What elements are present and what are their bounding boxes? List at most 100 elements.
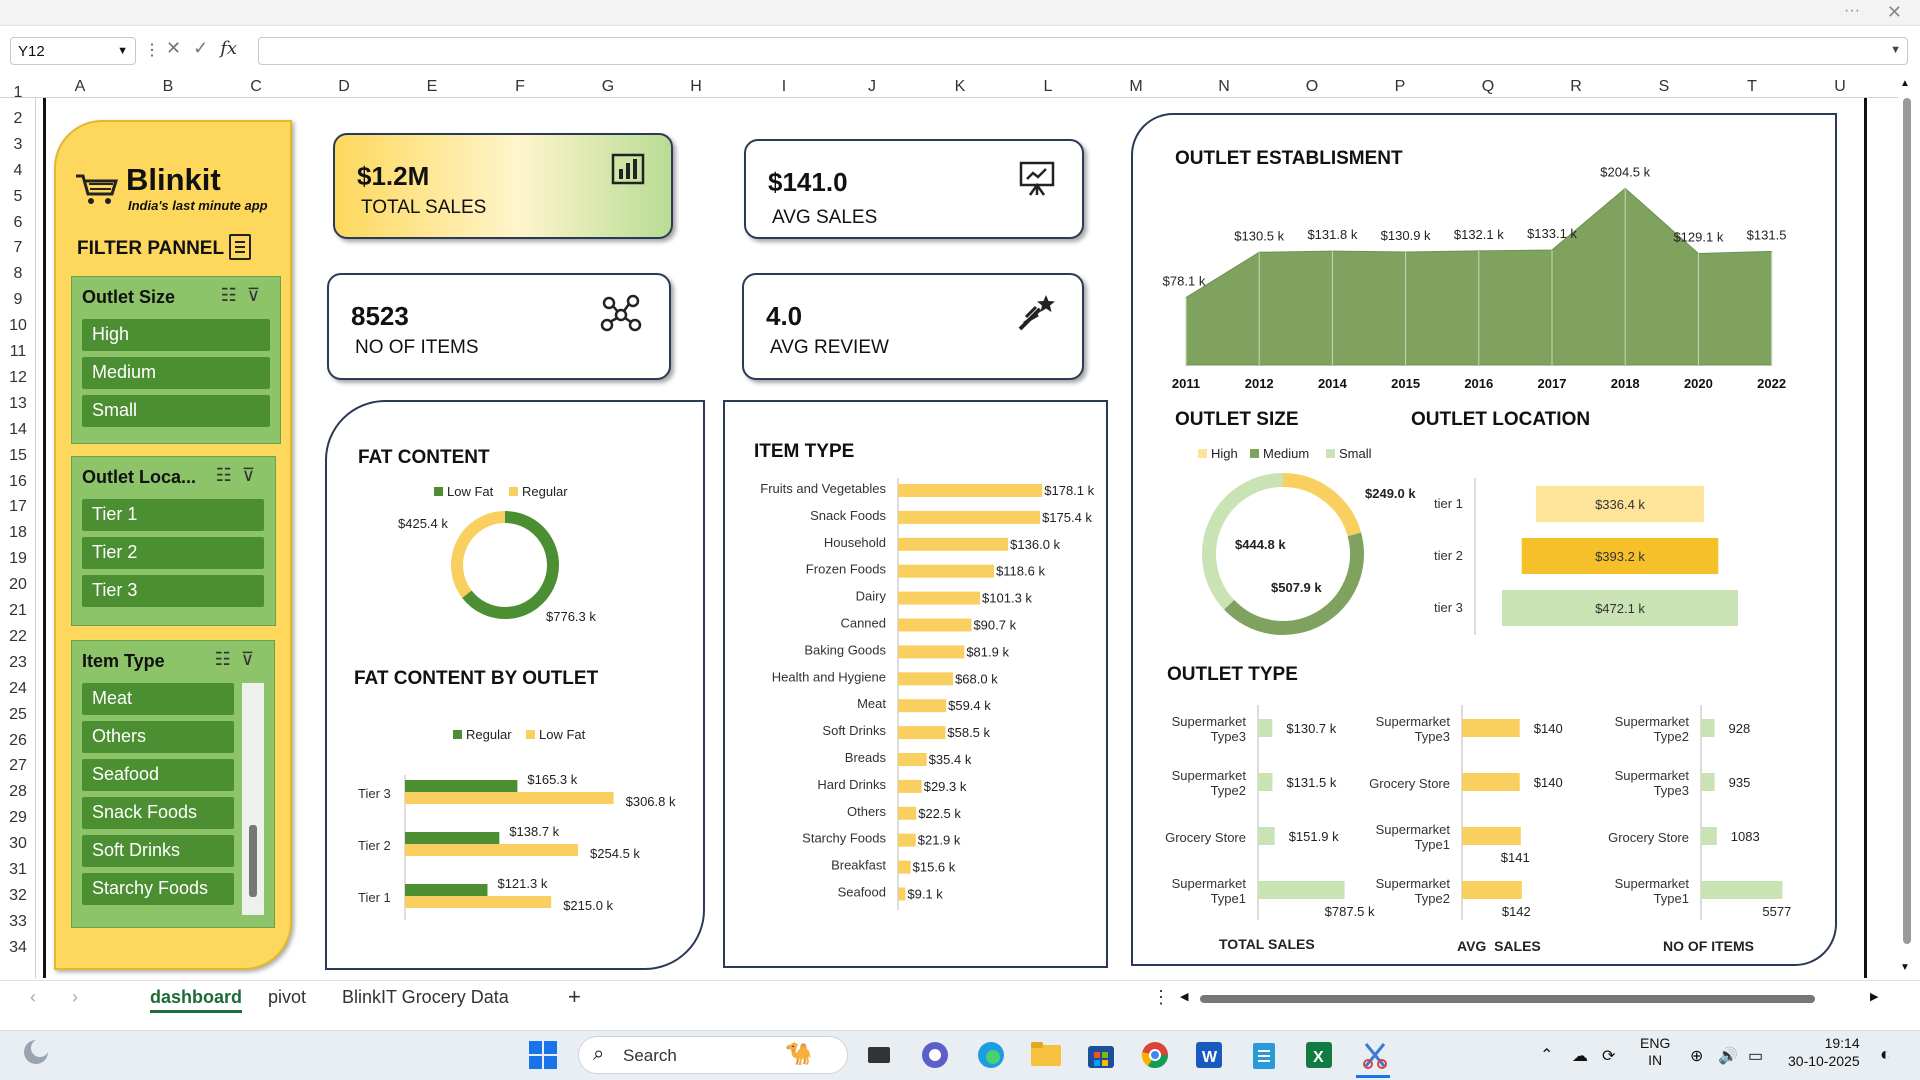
bar[interactable]: [898, 591, 981, 605]
prev-sheet-icon[interactable]: ‹: [30, 987, 36, 1008]
slicer-item[interactable]: Tier 2: [82, 537, 264, 569]
bar[interactable]: [898, 779, 922, 793]
battery-icon[interactable]: ▭: [1748, 1046, 1763, 1066]
column-header[interactable]: G: [564, 78, 652, 96]
close-icon[interactable]: ✕: [1887, 2, 1902, 23]
formula-input[interactable]: ▼: [258, 37, 1908, 65]
multi-select-icon[interactable]: ☷: [215, 649, 241, 669]
column-header[interactable]: T: [1708, 78, 1796, 96]
bar[interactable]: [898, 806, 917, 820]
bar[interactable]: [1258, 881, 1345, 899]
bar[interactable]: [1701, 719, 1715, 737]
bar[interactable]: [405, 792, 614, 804]
scroll-up-icon[interactable]: ▲: [1900, 78, 1910, 89]
bar[interactable]: [1701, 881, 1783, 899]
row-header[interactable]: 9: [0, 291, 36, 309]
bar[interactable]: [405, 844, 579, 856]
bar[interactable]: [898, 860, 911, 874]
taskbar-search[interactable]: ⌕ Search 🐪: [578, 1036, 848, 1074]
row-header[interactable]: 28: [0, 783, 36, 801]
clear-filter-icon[interactable]: ⊽: [241, 649, 264, 669]
row-header[interactable]: 12: [0, 369, 36, 387]
bar[interactable]: [1462, 881, 1522, 899]
row-header[interactable]: 25: [0, 706, 36, 724]
bar[interactable]: [898, 537, 1009, 551]
chat-icon[interactable]: [920, 1040, 950, 1077]
row-header[interactable]: 32: [0, 887, 36, 905]
column-header[interactable]: U: [1796, 78, 1884, 96]
row-header[interactable]: 17: [0, 498, 36, 516]
bar[interactable]: [1258, 719, 1273, 737]
column-header[interactable]: J: [828, 78, 916, 96]
row-header[interactable]: 34: [0, 939, 36, 957]
row-header[interactable]: 13: [0, 395, 36, 413]
row-header[interactable]: 7: [0, 239, 36, 257]
row-header[interactable]: 29: [0, 809, 36, 827]
notepad-icon[interactable]: [1250, 1040, 1278, 1077]
scroll-down-icon[interactable]: ▼: [1900, 962, 1910, 973]
tray-chevron-icon[interactable]: ⌃: [1540, 1045, 1553, 1065]
slicer-scrollbar[interactable]: [242, 683, 264, 915]
bar[interactable]: [1258, 773, 1273, 791]
column-header[interactable]: Q: [1444, 78, 1532, 96]
slicer-item[interactable]: Tier 3: [82, 575, 264, 607]
row-header[interactable]: 3: [0, 136, 36, 154]
notification-icon[interactable]: ◐: [1880, 1044, 1891, 1065]
bar[interactable]: [898, 645, 965, 659]
column-header[interactable]: K: [916, 78, 1004, 96]
slicer-item[interactable]: Snack Foods: [82, 797, 234, 829]
row-header[interactable]: 16: [0, 473, 36, 491]
multi-select-icon[interactable]: ☷: [216, 465, 242, 485]
tab-pivot[interactable]: pivot: [268, 987, 306, 1008]
store-icon[interactable]: [1086, 1040, 1116, 1077]
more-options-icon[interactable]: ⋮: [144, 40, 160, 60]
row-header[interactable]: 6: [0, 214, 36, 232]
row-header[interactable]: 8: [0, 265, 36, 283]
bar[interactable]: [898, 833, 916, 847]
weather-icon[interactable]: [22, 1038, 50, 1073]
language-indicator[interactable]: ENG IN: [1640, 1035, 1670, 1069]
onedrive-icon[interactable]: ☁: [1572, 1046, 1588, 1066]
scroll-right-icon[interactable]: ▶: [1870, 990, 1878, 1003]
bar[interactable]: [898, 484, 1043, 497]
slicer-item[interactable]: Tier 1: [82, 499, 264, 531]
bar[interactable]: [1701, 827, 1717, 845]
scrollbar-thumb[interactable]: [249, 825, 257, 897]
clear-filter-icon[interactable]: ⊽: [242, 465, 265, 485]
scrollbar-thumb[interactable]: [1200, 995, 1815, 1003]
column-header[interactable]: M: [1092, 78, 1180, 96]
chrome-icon[interactable]: [1140, 1040, 1170, 1077]
column-header[interactable]: R: [1532, 78, 1620, 96]
column-header[interactable]: O: [1268, 78, 1356, 96]
row-header[interactable]: 23: [0, 654, 36, 672]
column-header[interactable]: H: [652, 78, 740, 96]
cancel-icon[interactable]: ✕: [166, 38, 181, 59]
bar[interactable]: [898, 618, 972, 632]
vertical-scrollbar[interactable]: ▲ ▼: [1898, 78, 1918, 978]
donut-slice[interactable]: [451, 511, 506, 598]
word-icon[interactable]: W: [1194, 1040, 1224, 1077]
scroll-left-icon[interactable]: ◀: [1180, 990, 1188, 1003]
bar[interactable]: [405, 832, 500, 844]
next-sheet-icon[interactable]: ›: [72, 987, 78, 1008]
bar[interactable]: [405, 884, 488, 896]
tab-blinkit-grocery-data[interactable]: BlinkIT Grocery Data: [342, 987, 509, 1008]
clock[interactable]: 19:14 30-10-2025: [1788, 1034, 1860, 1070]
row-header[interactable]: 2: [0, 110, 36, 128]
snipping-tool-icon[interactable]: [1360, 1040, 1390, 1077]
column-header[interactable]: N: [1180, 78, 1268, 96]
bar[interactable]: [1258, 827, 1275, 845]
column-header[interactable]: P: [1356, 78, 1444, 96]
row-header[interactable]: 18: [0, 524, 36, 542]
fx-icon[interactable]: fx: [220, 38, 237, 59]
row-header[interactable]: 4: [0, 162, 36, 180]
bar[interactable]: [1462, 773, 1520, 791]
bar[interactable]: [898, 753, 927, 766]
row-header[interactable]: 33: [0, 913, 36, 931]
row-header[interactable]: 21: [0, 602, 36, 620]
column-header[interactable]: D: [300, 78, 388, 96]
edge-icon[interactable]: [976, 1040, 1006, 1077]
row-header[interactable]: 10: [0, 317, 36, 335]
more-options-icon[interactable]: ⋮: [1152, 987, 1170, 1008]
row-header[interactable]: 22: [0, 628, 36, 646]
